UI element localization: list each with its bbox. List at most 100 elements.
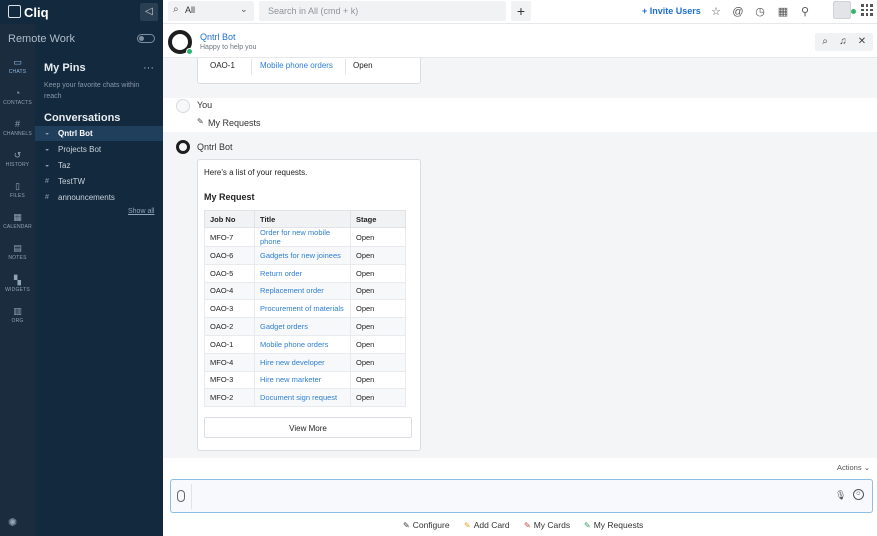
mention-icon[interactable]: @ [731, 5, 745, 19]
request-stage: Open [350, 227, 406, 247]
request-stage: Open [350, 263, 406, 283]
request-stage: Open [353, 61, 373, 70]
job-number: OAO-3 [204, 299, 255, 319]
online-status-dot [851, 9, 856, 14]
rail-item-files[interactable]: ▯ FILES [0, 181, 35, 199]
search-input[interactable] [259, 1, 506, 21]
wand-icon: ✎ [403, 521, 410, 530]
chat-title[interactable]: Qntrl Bot [200, 32, 236, 42]
job-number: OAO-1 [210, 61, 235, 70]
rail-label: CHATS [8, 69, 27, 75]
table-row: MFO-3 Hire new marketer Open [204, 370, 406, 390]
actions-dropdown[interactable]: Actions ⌄ [837, 463, 870, 472]
rail-label: CALENDAR [3, 224, 32, 230]
status-icon[interactable]: ✺ [8, 516, 22, 530]
rail-item-calendar[interactable]: ▦ CALENDAR [0, 212, 35, 230]
request-stage: Open [350, 281, 406, 301]
search-scope-dropdown[interactable]: ⌕ All ⌄ [168, 1, 254, 21]
notes-icon: ▤ [13, 243, 22, 253]
quick-action-my-requests[interactable]: ✎ My Requests [584, 520, 643, 530]
request-title-link[interactable]: Mobile phone orders [260, 61, 333, 70]
rail-item-notes[interactable]: ▤ NOTES [0, 243, 35, 261]
conversations-heading: Conversations [44, 112, 121, 124]
rail-item-history[interactable]: ↺ HISTORY [0, 150, 35, 168]
request-title-link[interactable]: Gadget orders [254, 317, 351, 336]
user-avatar[interactable] [176, 99, 190, 113]
chat-messages[interactable]: OAO-1 Mobile phone orders Open You ✎ My … [163, 58, 877, 458]
pin-icon[interactable]: ⚲ [798, 5, 812, 19]
quick-action-add-card[interactable]: ✎ Add Card [464, 520, 510, 530]
rail-item-chats[interactable]: ▭ CHATS [0, 57, 35, 75]
request-title-link[interactable]: Order for new mobile phone [254, 227, 351, 247]
invite-users-link[interactable]: + Invite Users [642, 6, 701, 16]
request-title-link[interactable]: Replacement order [254, 281, 351, 301]
calendar-icon[interactable]: ▦ [776, 5, 790, 19]
card-heading: My Request [204, 192, 255, 202]
rail-item-org[interactable]: ▥ ORG [0, 306, 35, 324]
show-all-link[interactable]: Show all [128, 208, 154, 215]
actions-label: Actions [837, 463, 862, 472]
bell-icon[interactable]: ♫ [836, 35, 850, 49]
workspace-name[interactable]: Remote Work [8, 33, 75, 45]
conversation-item-qntrl-bot[interactable]: ◒ Qntrl Bot [35, 126, 163, 141]
view-more-button[interactable]: View More [204, 417, 412, 438]
request-stage: Open [350, 370, 406, 390]
conversation-item-projects-bot[interactable]: ◒ Projects Bot [35, 142, 163, 157]
divider [191, 484, 192, 509]
rail-label: ORG [11, 318, 24, 324]
request-title-link[interactable]: Gadgets for new joinees [254, 246, 351, 265]
bot-badge-icon [186, 48, 193, 55]
search-icon[interactable]: ⌕ [818, 35, 832, 49]
user-avatar[interactable] [833, 1, 851, 19]
paperclip-icon[interactable] [177, 490, 185, 502]
request-title-link[interactable]: Procurement of materials [254, 299, 351, 319]
contacts-icon: ◔ [14, 88, 21, 98]
request-stage: Open [350, 352, 406, 372]
hash-icon: # [45, 178, 49, 185]
rail-item-widgets[interactable]: ▚ WIDGETS [0, 275, 35, 293]
conversation-label: Taz [58, 161, 71, 170]
request-title-link[interactable]: Document sign request [254, 388, 351, 408]
brand-name: Cliq [24, 5, 49, 20]
table-header-row: Job No Title Stage [204, 210, 406, 228]
conversation-item-testtw[interactable]: # TestTW [35, 174, 163, 189]
conversation-item-taz[interactable]: ◒ Taz [35, 158, 163, 173]
divider [345, 59, 346, 75]
table-row: MFO-7 Order for new mobile phone Open [204, 227, 406, 247]
microphone-icon[interactable]: 🎙 [835, 490, 846, 501]
close-icon[interactable]: ✕ [855, 35, 869, 49]
quick-action-my-cards[interactable]: ✎ My Cards [524, 520, 570, 530]
rail-item-contacts[interactable]: ◔ CONTACTS [0, 88, 35, 106]
job-number: OAO-4 [204, 281, 255, 301]
quick-action-label: My Requests [593, 520, 644, 530]
table-row: OAO-2 Gadget orders Open [204, 317, 406, 336]
chevron-down-icon: ⌄ [240, 4, 248, 14]
request-title-link[interactable]: Return order [254, 263, 351, 283]
request-title-link[interactable]: Hire new marketer [254, 370, 351, 390]
rail-label: NOTES [8, 255, 27, 261]
request-title-link[interactable]: Hire new developer [254, 352, 351, 372]
quick-action-configure[interactable]: ✎ Configure [403, 520, 450, 530]
speaker-mute-icon[interactable]: ◁ [140, 3, 158, 21]
star-icon[interactable]: ☆ [709, 5, 723, 19]
rail-item-channels[interactable]: # CHANNELS [0, 119, 35, 137]
qntrl-bot-avatar[interactable] [176, 140, 190, 154]
previous-request-card: OAO-1 Mobile phone orders Open [197, 58, 421, 84]
pins-more-button[interactable]: ··· [143, 62, 154, 74]
emoji-icon[interactable]: ☺ [853, 489, 864, 500]
app-grid-icon[interactable] [861, 4, 873, 16]
request-title-link[interactable]: Mobile phone orders [254, 334, 351, 354]
quick-action-label: My Cards [533, 520, 571, 530]
reminder-icon[interactable]: ◷ [753, 5, 767, 19]
table-row: OAO-4 Replacement order Open [204, 281, 406, 301]
conversation-item-announcements[interactable]: # announcements [35, 190, 163, 205]
search-scope-value: All [185, 5, 196, 15]
pins-description: Keep your favorite chats within reach [44, 82, 140, 100]
column-header: Job No [204, 210, 255, 228]
sender-name: Qntrl Bot [197, 142, 233, 152]
add-button[interactable]: + [511, 1, 531, 21]
conversation-label: Qntrl Bot [58, 129, 93, 138]
wand-icon: ✎ [524, 521, 531, 530]
message-input[interactable] [195, 486, 825, 508]
workspace-toggle[interactable] [137, 34, 155, 43]
